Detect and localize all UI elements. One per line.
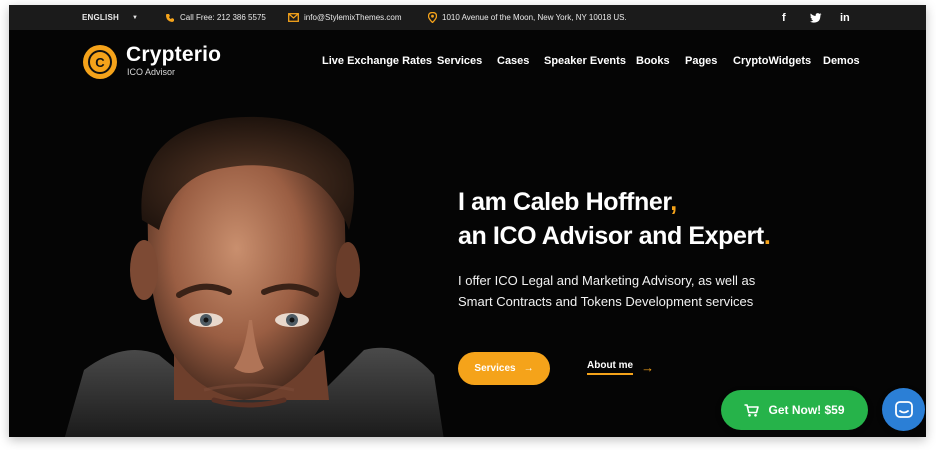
nav-item-books[interactable]: Books bbox=[636, 55, 670, 67]
about-me-label: About me bbox=[587, 360, 634, 375]
browser-frame: ENGLISH ▼ Call Free: 212 386 5575 info@S… bbox=[9, 5, 926, 437]
hero-title-line1-punct: , bbox=[670, 188, 677, 216]
nav-item-cryptowidgets[interactable]: CryptoWidgets bbox=[733, 55, 811, 67]
top-bar: ENGLISH ▼ Call Free: 212 386 5575 info@S… bbox=[9, 5, 926, 30]
nav-item-demos[interactable]: Demos bbox=[823, 55, 860, 67]
location-pin-icon bbox=[428, 12, 437, 23]
hero-title-line2-punct: . bbox=[763, 222, 771, 250]
nav-item-pages[interactable]: Pages bbox=[685, 55, 717, 67]
nav-item-live-exchange-rates[interactable]: Live Exchange Rates bbox=[322, 55, 432, 67]
hero-title-line1-text: I am Caleb Hoffner bbox=[458, 188, 671, 216]
chat-button[interactable] bbox=[882, 388, 925, 431]
hero-title-line2-text: an ICO Advisor and Expert bbox=[458, 222, 764, 250]
linkedin-icon[interactable]: in bbox=[840, 5, 850, 30]
facebook-icon[interactable]: f bbox=[782, 5, 786, 30]
about-me-link[interactable]: About me → bbox=[587, 360, 654, 375]
nav-item-services[interactable]: Services bbox=[437, 55, 482, 67]
hero-description-line2: Smart Contracts and Tokens Development s… bbox=[458, 294, 754, 309]
chat-icon bbox=[894, 400, 913, 418]
phone-icon bbox=[166, 13, 174, 22]
hero-description-line1: I offer ICO Legal and Marketing Advisory… bbox=[458, 273, 756, 288]
mail-icon bbox=[288, 13, 299, 22]
phone-text: Call Free: 212 386 5575 bbox=[180, 13, 266, 22]
language-selector[interactable]: ENGLISH ▼ bbox=[82, 5, 138, 30]
cart-icon bbox=[744, 403, 760, 417]
nav-item-cases[interactable]: Cases bbox=[497, 55, 529, 67]
phone-info: Call Free: 212 386 5575 bbox=[165, 5, 266, 30]
logo-coin-glyph: C bbox=[88, 50, 112, 74]
language-label: ENGLISH bbox=[82, 13, 119, 22]
get-now-button[interactable]: Get Now! $59 bbox=[721, 390, 868, 430]
arrow-right-icon: → bbox=[523, 363, 534, 374]
arrow-right-icon: → bbox=[641, 360, 655, 375]
get-now-label: Get Now! $59 bbox=[768, 403, 845, 417]
brand-name[interactable]: Crypterio bbox=[126, 43, 221, 67]
address-info: 1010 Avenue of the Moon, New York, NY 10… bbox=[428, 5, 627, 30]
address-text: 1010 Avenue of the Moon, New York, NY 10… bbox=[442, 13, 627, 22]
nav-item-speaker-events[interactable]: Speaker Events bbox=[544, 55, 626, 67]
services-button[interactable]: Services → bbox=[458, 352, 550, 385]
hero-title-line2: an ICO Advisor and Expert. bbox=[458, 222, 771, 251]
hero-title-line1: I am Caleb Hoffner, bbox=[458, 188, 677, 217]
logo-icon[interactable]: C bbox=[83, 45, 117, 79]
twitter-icon[interactable] bbox=[810, 5, 822, 30]
email-info[interactable]: info@StylemixThemes.com bbox=[288, 5, 401, 30]
caret-down-icon: ▼ bbox=[131, 14, 139, 21]
services-button-label: Services bbox=[474, 363, 516, 374]
brand-tagline: ICO Advisor bbox=[127, 67, 176, 77]
portrait-image bbox=[64, 116, 444, 437]
email-text: info@StylemixThemes.com bbox=[304, 13, 402, 22]
